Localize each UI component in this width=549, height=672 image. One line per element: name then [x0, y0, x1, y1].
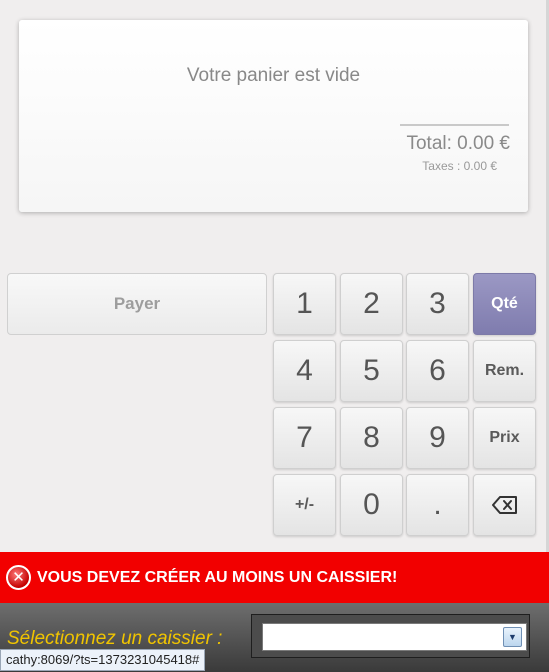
total-divider: [400, 124, 509, 126]
numpad-key-plus-minus[interactable]: +/-: [273, 474, 336, 536]
cashier-select[interactable]: ▼: [262, 623, 527, 651]
numpad-key-2[interactable]: 2: [340, 273, 403, 335]
numpad-key-3[interactable]: 3: [406, 273, 469, 335]
numpad-key-6[interactable]: 6: [406, 340, 469, 402]
numpad-key-8[interactable]: 8: [340, 407, 403, 469]
mode-discount-button[interactable]: Rem.: [473, 340, 536, 402]
error-message: VOUS DEVEZ CRÉER AU MOINS UN CAISSIER!: [37, 568, 398, 586]
numpad-key-0[interactable]: 0: [340, 474, 403, 536]
chevron-down-icon[interactable]: ▼: [503, 627, 522, 647]
numpad-key-1[interactable]: 1: [273, 273, 336, 335]
numpad-key-9[interactable]: 9: [406, 407, 469, 469]
cart-total: Total: 0.00 €: [406, 133, 510, 154]
cart-empty-message: Votre panier est vide: [186, 65, 361, 86]
numpad-key-7[interactable]: 7: [273, 407, 336, 469]
backspace-icon: [491, 488, 518, 522]
numpad-key-5[interactable]: 5: [340, 340, 403, 402]
status-url: cathy:8069/?ts=1373231045418#: [0, 649, 206, 671]
cart-panel: Votre panier est vide Total: 0.00 € Taxe…: [19, 20, 528, 212]
error-banner: ✕ VOUS DEVEZ CRÉER AU MOINS UN CAISSIER!: [0, 552, 549, 603]
error-x-icon: ✕: [6, 565, 31, 590]
backspace-button[interactable]: [473, 474, 536, 536]
cart-taxes: Taxes : 0.00 €: [422, 159, 497, 173]
mode-quantity-button[interactable]: Qté: [473, 273, 536, 335]
mode-price-button[interactable]: Prix: [473, 407, 536, 469]
cashier-label: Sélectionnez un caissier :: [7, 628, 223, 649]
numpad-key-dot[interactable]: .: [406, 474, 469, 536]
pay-button[interactable]: Payer: [7, 273, 267, 335]
numpad-key-4[interactable]: 4: [273, 340, 336, 402]
